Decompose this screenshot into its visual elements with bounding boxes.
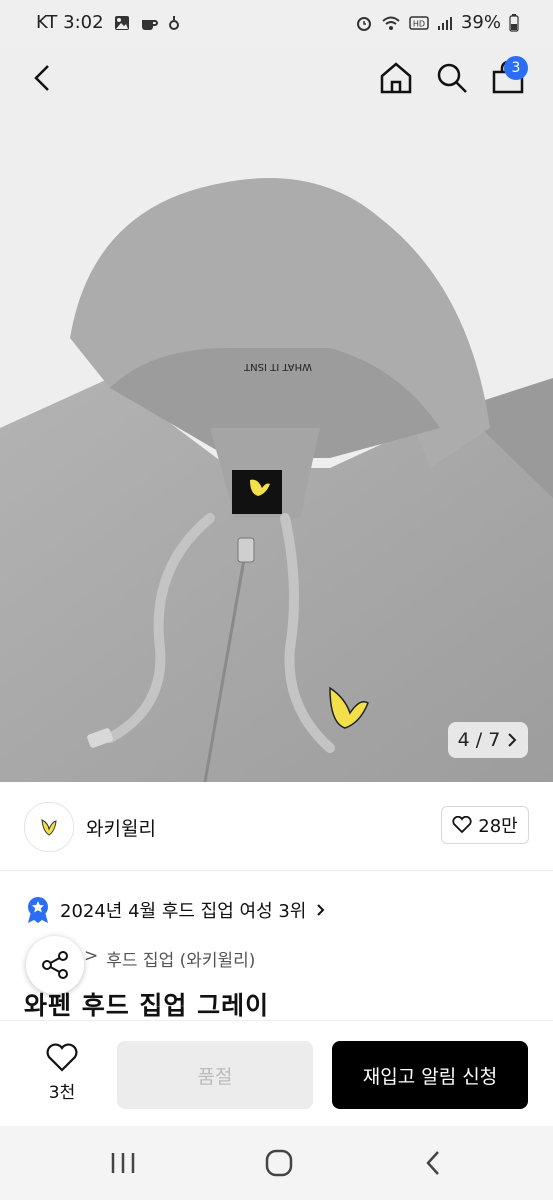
svg-text:HD: HD — [413, 19, 425, 28]
system-nav-bar — [0, 1126, 553, 1200]
ranking-link[interactable]: 2024년 4월 후드 집업 여성 3위 — [26, 896, 326, 924]
coffee-icon — [141, 19, 158, 30]
hood-print-text: WHAT IT ISNT — [243, 361, 312, 372]
breadcrumb-separator: > — [84, 946, 99, 966]
wishlist-count: 3천 — [48, 1083, 76, 1103]
brand-like-count: 28만 — [478, 816, 518, 837]
hoodie-illustration: WHAT IT ISNT — [0, 48, 553, 782]
brand-row: 와키윌리 28만 — [0, 782, 553, 871]
rank-medal-icon — [28, 897, 48, 923]
gallery-pager[interactable]: 4 / 7 — [448, 722, 528, 758]
recent-apps-icon[interactable] — [108, 1150, 138, 1176]
wifi-icon — [382, 16, 400, 30]
breadcrumb[interactable]: > 후드 집업 (와키윌리) — [84, 946, 255, 971]
back-nav-icon[interactable] — [420, 1148, 446, 1178]
chevron-right-icon — [317, 904, 325, 916]
search-icon — [437, 63, 467, 93]
home-icon — [380, 62, 412, 94]
gallery-icon — [114, 15, 129, 30]
carrier-time: KT 3:02 — [36, 12, 104, 33]
brand-logo[interactable] — [24, 802, 74, 852]
gallery-counter: 4 / 7 — [457, 729, 501, 751]
wishlist-button[interactable]: 3천 — [38, 1043, 86, 1103]
home-nav-icon[interactable] — [264, 1148, 294, 1178]
home-button[interactable] — [374, 56, 418, 100]
restock-alert-button[interactable]: 재입고 알림 신청 — [332, 1041, 528, 1109]
search-button[interactable] — [430, 56, 474, 100]
back-arrow-icon — [34, 65, 49, 91]
battery-icon — [509, 13, 519, 32]
back-button[interactable] — [22, 56, 66, 100]
alarm-icon — [356, 16, 371, 31]
heart-icon — [452, 816, 472, 834]
brand-name[interactable]: 와키윌리 — [86, 814, 156, 841]
ranking-text: 2024년 4월 후드 집업 여성 3위 — [60, 901, 307, 922]
signal-icon — [437, 16, 452, 30]
duck-logo-icon — [41, 819, 57, 836]
soldout-button: 품절 — [117, 1041, 313, 1109]
chevron-right-icon — [508, 733, 517, 747]
heart-icon — [46, 1043, 78, 1072]
bottom-action-bar: 3천 품절 재입고 알림 신청 — [0, 1020, 553, 1127]
share-button[interactable] — [26, 936, 84, 994]
notification-icon — [168, 15, 179, 30]
status-bar: KT 3:02 HD 39% — [0, 0, 553, 48]
cart-count-badge: 3 — [504, 56, 528, 80]
breadcrumb-category[interactable]: 후드 집업 (와키윌리) — [106, 946, 255, 971]
brand-like-button[interactable]: 28만 — [441, 806, 529, 844]
battery-percent: 39% — [460, 12, 501, 33]
share-icon — [42, 951, 68, 979]
hd-icon: HD — [409, 15, 429, 30]
product-image[interactable]: WHAT IT ISNT — [0, 48, 553, 782]
